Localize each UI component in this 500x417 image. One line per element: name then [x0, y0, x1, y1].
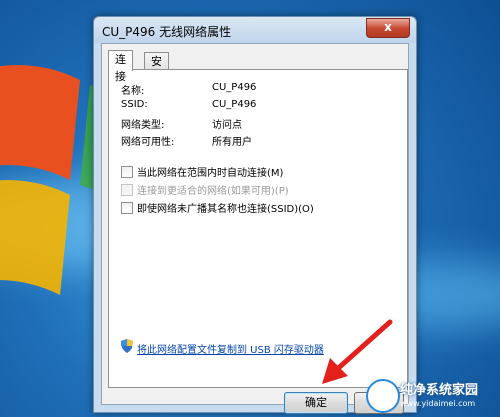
property-value: 所有用户 [212, 137, 252, 148]
property-value: CU_P496 [212, 82, 257, 93]
checkbox-label: 当此网络在范围内时自动连接(M) [137, 168, 284, 179]
connect-hidden-ssid-option[interactable]: 即使网络未广播其名称也连接(SSID)(O) [121, 200, 314, 215]
watermark-url: www.yidaimei.com [400, 399, 476, 408]
close-icon: x [384, 20, 392, 34]
uac-shield-icon [121, 339, 133, 353]
copy-to-usb-link[interactable]: 将此网络配置文件复制到 USB 闪存驱动器 [137, 341, 324, 356]
property-label: SSID: [121, 99, 148, 110]
tab-connection[interactable]: 连接 [108, 50, 133, 83]
watermark-logo-icon [366, 379, 400, 413]
watermark-title: 纯净系统家园 [400, 383, 479, 398]
site-watermark: 纯净系统家园 www.yidaimei.com [366, 375, 496, 415]
window-title: CU_P496 无线网络属性 [102, 25, 232, 39]
close-button[interactable]: x [366, 18, 410, 38]
property-value: CU_P496 [212, 99, 257, 110]
auto-connect-checkbox[interactable] [121, 166, 133, 178]
prefer-better-network-checkbox [121, 184, 133, 196]
checkbox-label: 连接到更适合的网络(如果可用)(P) [137, 186, 289, 197]
checkbox-label: 即使网络未广播其名称也连接(SSID)(O) [137, 204, 314, 215]
auto-connect-option[interactable]: 当此网络在范围内时自动连接(M) [121, 164, 283, 179]
prefer-better-network-option: 连接到更适合的网络(如果可用)(P) [121, 182, 289, 197]
property-value: 访问点 [212, 120, 242, 131]
title-bar[interactable]: CU_P496 无线网络属性 x [94, 17, 416, 43]
property-label: 网络可用性: [121, 137, 175, 148]
connect-hidden-ssid-checkbox[interactable] [121, 202, 133, 214]
tab-security[interactable]: 安全 [144, 52, 169, 85]
property-label: 网络类型: [121, 120, 165, 131]
ok-button[interactable]: 确定 [284, 392, 348, 414]
